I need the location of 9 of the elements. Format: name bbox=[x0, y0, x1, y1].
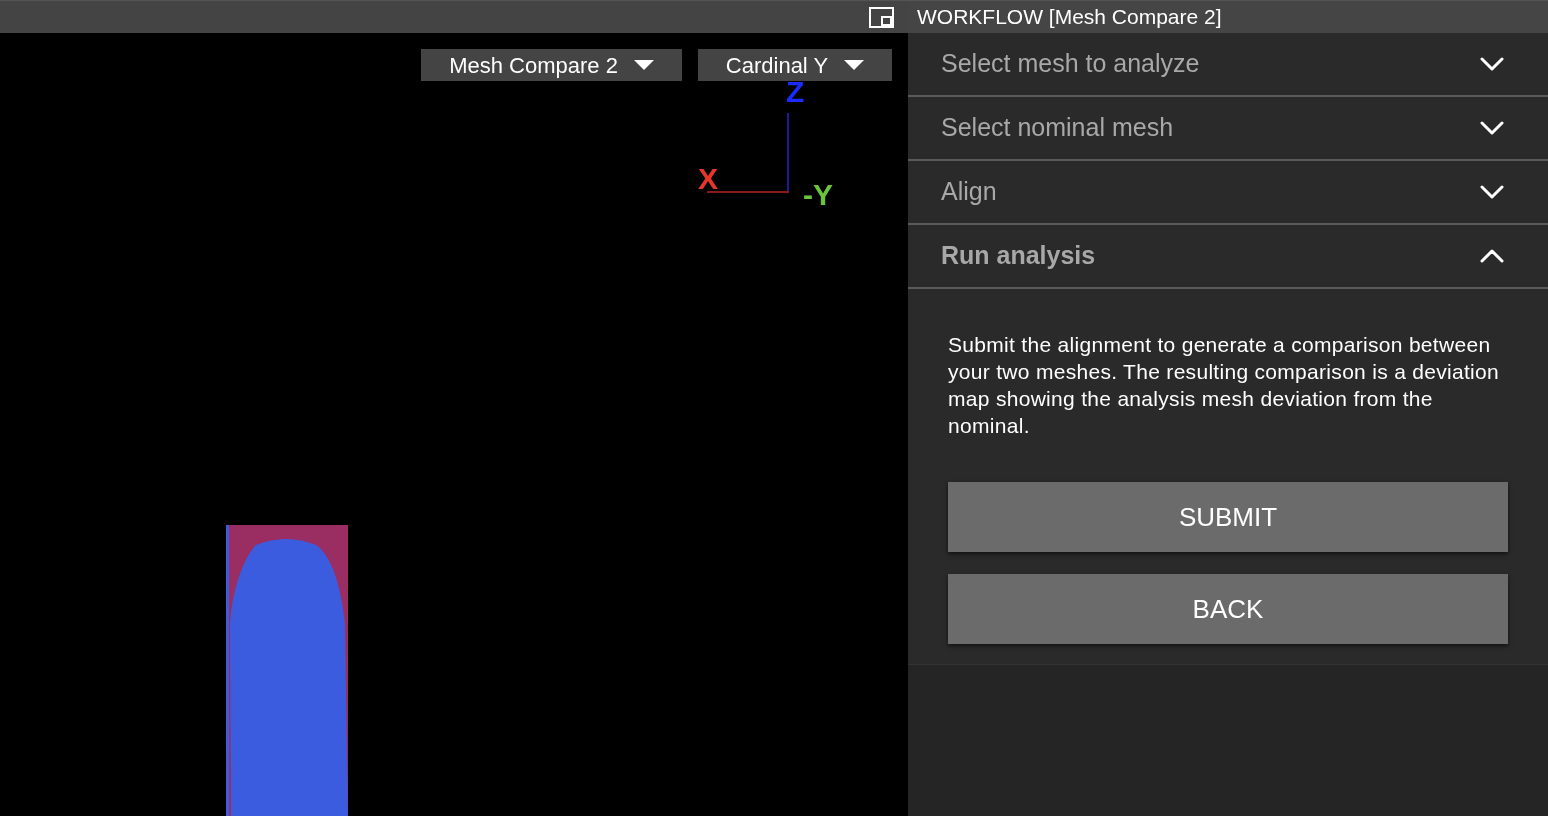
section-description: Submit the alignment to generate a comparison between your two meshes. The resulting comparison is a deviation map showing the analysis mesh deviation from the nominal. bbox=[948, 332, 1500, 439]
panel-title: WORKFLOW [Mesh Compare 2] bbox=[917, 4, 1222, 31]
view-dropdown[interactable]: Cardinal Y bbox=[698, 49, 892, 81]
action-button[interactable]: BACK bbox=[948, 574, 1508, 644]
accordion-header[interactable]: Run analysis bbox=[908, 225, 1548, 289]
action-button[interactable]: SUBMIT bbox=[948, 482, 1508, 552]
axis-label: -Y bbox=[803, 180, 833, 210]
axis-label: X bbox=[698, 164, 718, 194]
view-dropdown[interactable]: Mesh Compare 2 bbox=[421, 49, 682, 81]
